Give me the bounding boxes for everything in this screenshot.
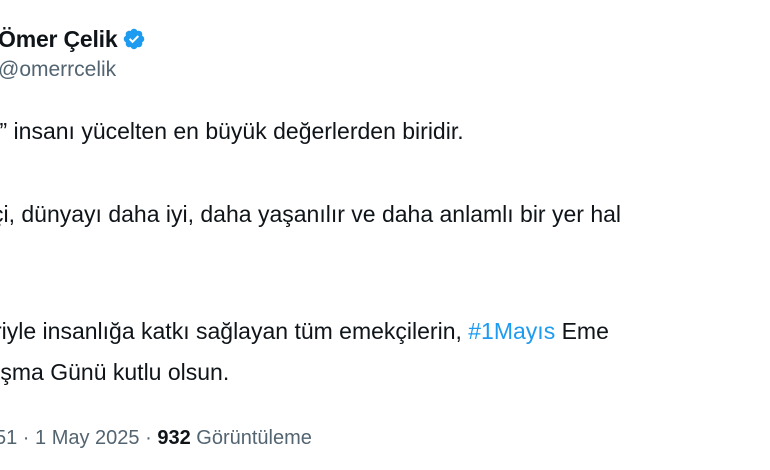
verified-badge-icon[interactable] [122,27,146,51]
tweet-text-line-1: k” insanı yücelten en büyük değerlerden … [0,118,464,144]
tweet-meta: 51 · 1 May 2025 · 932 Görüntüleme [0,424,312,452]
author-handle[interactable]: @omerrcelik [0,58,116,82]
tweet-text-line-3-start: riyle insanlığa katkı sağlayan tüm emekç… [0,318,469,344]
tweet-text-line-2: çi, dünyayı daha iyi, daha yaşanılır ve … [0,201,622,227]
tweet-text-line-4: ışma Günü kutlu olsun. [0,359,230,385]
author-name[interactable]: Ömer Çelik [0,26,118,53]
views-count[interactable]: 932 [157,427,190,449]
tweet-text-line-3-end: Eme [555,318,609,344]
author-row: Ömer Çelik [0,22,146,56]
tweet-date[interactable]: 1 May 2025 [35,427,140,449]
tweet-time[interactable]: 51 [0,427,17,449]
meta-separator: · [17,427,36,449]
tweet-text-line-3: riyle insanlığa katkı sağlayan tüm emekç… [0,315,609,347]
meta-separator: · [139,427,158,449]
views-label[interactable]: Görüntüleme [191,427,312,449]
hashtag-link[interactable]: #1Mayıs [468,318,555,344]
